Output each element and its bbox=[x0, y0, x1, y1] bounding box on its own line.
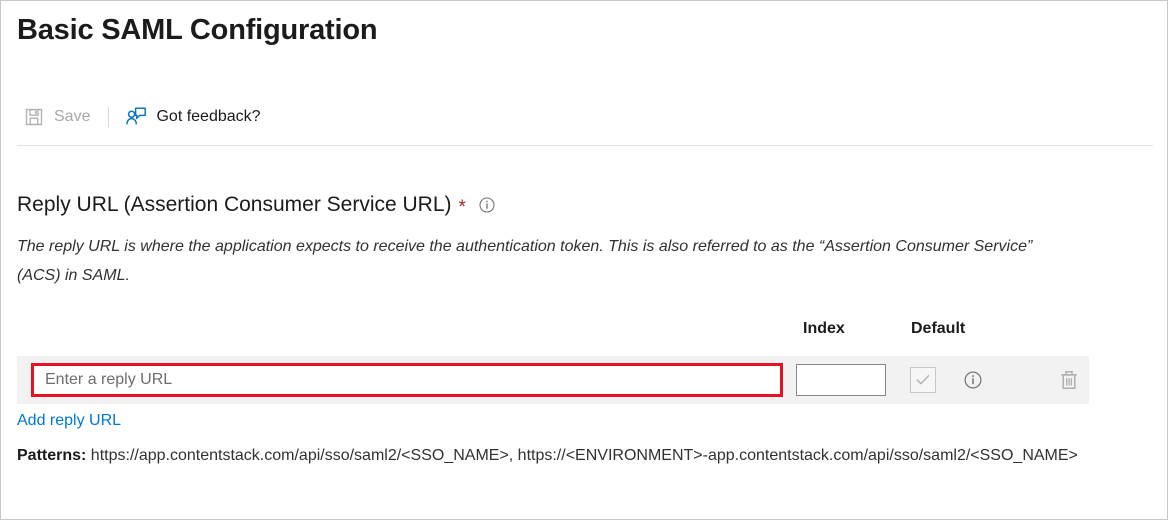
reply-url-input-highlight bbox=[31, 363, 783, 397]
required-marker: * bbox=[458, 197, 466, 218]
patterns-value: https://app.contentstack.com/api/sso/sam… bbox=[86, 447, 1078, 464]
section-heading: Reply URL (Assertion Consumer Service UR… bbox=[17, 191, 495, 219]
column-header-default: Default bbox=[911, 320, 966, 337]
index-input[interactable] bbox=[796, 364, 886, 396]
reply-url-input[interactable] bbox=[34, 366, 780, 394]
default-checkbox[interactable] bbox=[910, 367, 936, 393]
command-bar-divider bbox=[17, 145, 1153, 146]
trash-delete-icon[interactable] bbox=[1057, 368, 1081, 392]
save-button-label: Save bbox=[54, 108, 91, 125]
command-bar-separator bbox=[108, 107, 110, 127]
info-circle-icon[interactable] bbox=[479, 197, 495, 213]
command-bar: Save Got feedback? bbox=[17, 99, 269, 135]
section-heading-label: Reply URL (Assertion Consumer Service UR… bbox=[17, 193, 452, 216]
patterns-label: Patterns: bbox=[17, 447, 87, 464]
checkmark-icon bbox=[916, 374, 930, 385]
got-feedback-button-label: Got feedback? bbox=[156, 108, 261, 125]
table-column-headers: Index Default bbox=[1, 318, 1167, 342]
save-button[interactable]: Save bbox=[17, 100, 98, 134]
column-header-index: Index bbox=[803, 320, 845, 337]
got-feedback-button[interactable]: Got feedback? bbox=[119, 100, 268, 134]
page-title: Basic SAML Configuration bbox=[17, 14, 378, 46]
table-row bbox=[17, 356, 1089, 404]
save-floppy-icon bbox=[23, 106, 45, 128]
row-info-icon[interactable] bbox=[963, 370, 983, 390]
feedback-person-icon bbox=[125, 106, 147, 128]
basic-saml-configuration-panel: Basic SAML Configuration Save Got feedba… bbox=[0, 0, 1168, 520]
patterns-text: Patterns: https://app.contentstack.com/a… bbox=[17, 441, 1117, 470]
add-reply-url-link[interactable]: Add reply URL bbox=[17, 410, 121, 432]
section-description: The reply URL is where the application e… bbox=[17, 238, 1033, 284]
